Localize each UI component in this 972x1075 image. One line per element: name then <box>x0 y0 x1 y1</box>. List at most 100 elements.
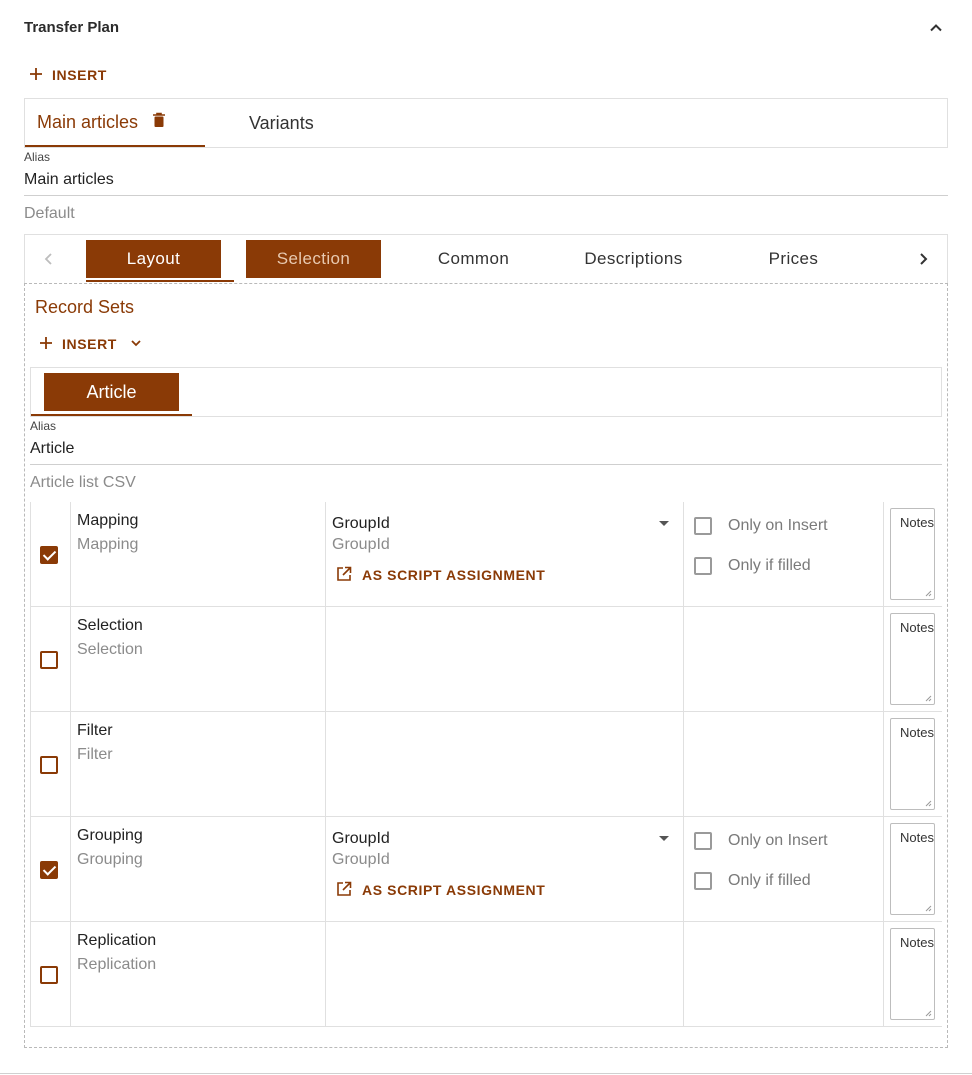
alias-underline <box>24 195 948 196</box>
insert-label: INSERT <box>62 336 117 352</box>
enable-checkbox[interactable] <box>40 651 58 669</box>
resize-handle-icon[interactable] <box>924 799 932 807</box>
script-assignment-button[interactable]: AS SCRIPT ASSIGNMENT <box>336 565 545 585</box>
notes-textarea[interactable]: Notes <box>890 823 935 915</box>
field-select[interactable]: GroupId <box>332 830 390 848</box>
field-cell-empty <box>326 922 684 1026</box>
tab-article[interactable]: Article <box>44 373 179 411</box>
only-on-insert-checkbox[interactable]: Only on Insert <box>694 832 828 850</box>
row-name: Mapping <box>77 512 139 529</box>
script-assignment-button[interactable]: AS SCRIPT ASSIGNMENT <box>336 880 545 900</box>
option-label: Only on Insert <box>728 832 828 849</box>
tab-main-articles[interactable]: Main articles <box>25 99 205 147</box>
row-subtitle: Filter <box>77 746 113 763</box>
row-subtitle: Replication <box>77 956 157 973</box>
table-row: Replication Replication Notes <box>30 922 942 1027</box>
field-subtitle: GroupId <box>332 536 390 553</box>
notes-placeholder: Notes <box>900 935 934 950</box>
record-alias-underline <box>30 464 942 465</box>
table-row: Selection Selection Notes <box>30 607 942 712</box>
field-cell-empty <box>326 712 684 816</box>
alias-field[interactable]: Main articles <box>24 171 114 189</box>
tab-selection[interactable]: Selection <box>246 240 381 278</box>
resize-handle-icon[interactable] <box>924 694 932 702</box>
resize-handle-icon[interactable] <box>924 904 932 912</box>
row-subtitle: Selection <box>77 641 143 658</box>
table-row: Filter Filter Notes <box>30 712 942 817</box>
tab-prices[interactable]: Prices <box>726 240 861 278</box>
notes-textarea[interactable]: Notes <box>890 718 935 810</box>
row-name: Selection <box>77 617 143 634</box>
option-label: Only on Insert <box>728 517 828 534</box>
checkbox-box <box>694 517 712 535</box>
notes-textarea[interactable]: Notes <box>890 508 935 600</box>
record-sets-title: Record Sets <box>35 297 135 317</box>
tab-descriptions[interactable]: Descriptions <box>566 240 701 278</box>
notes-placeholder: Notes <box>900 515 934 530</box>
chevron-right-icon[interactable] <box>913 249 933 269</box>
notes-placeholder: Notes <box>900 620 934 635</box>
active-tab-indicator <box>31 414 192 416</box>
only-if-filled-checkbox[interactable]: Only if filled <box>694 872 811 890</box>
active-tab-indicator <box>86 280 234 282</box>
plan-description: Default <box>24 205 75 222</box>
row-name: Filter <box>77 722 113 739</box>
notes-textarea[interactable]: Notes <box>890 613 935 705</box>
enable-checkbox[interactable] <box>40 966 58 984</box>
record-set-tabs: Article <box>30 367 942 417</box>
resize-handle-icon[interactable] <box>924 1009 932 1017</box>
only-if-filled-checkbox[interactable]: Only if filled <box>694 557 811 575</box>
dropdown-arrow-icon[interactable] <box>659 521 669 526</box>
notes-textarea[interactable]: Notes <box>890 928 935 1020</box>
checkbox-box <box>694 832 712 850</box>
chevron-left-icon[interactable] <box>39 249 59 269</box>
notes-placeholder: Notes <box>900 725 934 740</box>
field-select[interactable]: GroupId <box>332 515 390 533</box>
enable-checkbox[interactable] <box>40 756 58 774</box>
only-on-insert-checkbox[interactable]: Only on Insert <box>694 517 828 535</box>
enable-checkbox[interactable] <box>40 861 58 879</box>
open-external-icon <box>336 881 352 900</box>
tab-layout[interactable]: Layout <box>86 240 221 278</box>
tab-variants[interactable]: Variants <box>249 99 314 147</box>
insert-button[interactable]: INSERT <box>28 64 107 86</box>
insert-record-set-button[interactable]: INSERT <box>38 333 143 355</box>
table-row: Grouping Grouping GroupId GroupId AS SCR… <box>30 817 942 922</box>
table-row: Mapping Mapping GroupId GroupId AS SCRIP… <box>30 502 942 607</box>
dropdown-arrow-icon[interactable] <box>659 836 669 841</box>
row-subtitle: Grouping <box>77 851 143 868</box>
alias-label: Alias <box>24 150 51 164</box>
checkbox-box <box>694 557 712 575</box>
tab-label: Main articles <box>37 111 139 132</box>
row-subtitle: Mapping <box>77 536 139 553</box>
notes-placeholder: Notes <box>900 830 934 845</box>
open-external-icon <box>336 566 352 585</box>
script-label: AS SCRIPT ASSIGNMENT <box>362 567 546 583</box>
resize-handle-icon[interactable] <box>924 589 932 597</box>
enable-checkbox[interactable] <box>40 546 58 564</box>
checkbox-box <box>694 872 712 890</box>
insert-label: INSERT <box>52 67 107 83</box>
plus-icon <box>28 66 44 85</box>
panel-title: Transfer Plan <box>24 19 120 36</box>
option-label: Only if filled <box>728 872 811 889</box>
field-cell-empty <box>326 607 684 711</box>
record-description: Article list CSV <box>30 474 136 491</box>
trash-icon[interactable] <box>152 112 166 133</box>
divider <box>0 1073 972 1074</box>
script-label: AS SCRIPT ASSIGNMENT <box>362 882 546 898</box>
section-tabs: Layout Selection Common Descriptions Pri… <box>24 234 948 283</box>
options-cell-empty <box>684 607 884 711</box>
field-subtitle: GroupId <box>332 851 390 868</box>
row-name: Replication <box>77 932 157 949</box>
options-cell-empty <box>684 712 884 816</box>
record-alias-label: Alias <box>30 419 57 433</box>
chevron-down-icon[interactable] <box>129 336 143 353</box>
row-name: Grouping <box>77 827 143 844</box>
plus-icon <box>38 335 54 354</box>
tab-common[interactable]: Common <box>406 240 541 278</box>
option-label: Only if filled <box>728 557 811 574</box>
record-alias-field[interactable]: Article <box>30 440 74 458</box>
plan-tabs: Main articles Variants <box>24 98 948 148</box>
chevron-up-icon[interactable] <box>926 18 946 38</box>
